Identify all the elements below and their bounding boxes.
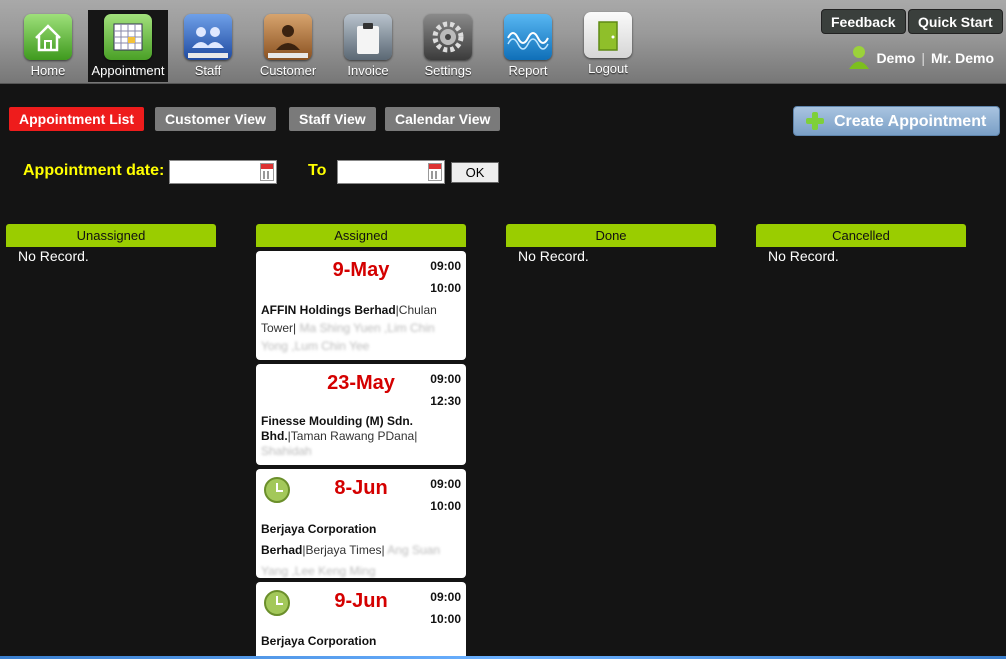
nav-logout[interactable]: Logout xyxy=(568,10,648,82)
tab-customer-view[interactable]: Customer View xyxy=(155,107,276,131)
staff-icon xyxy=(184,14,232,60)
create-appointment-button[interactable]: Create Appointment xyxy=(793,106,1000,136)
appointment-location: Taman Rawang PDana xyxy=(290,429,415,443)
calendar-icon[interactable] xyxy=(260,163,274,181)
appointment-end-time: 10:00 xyxy=(430,612,461,626)
report-icon xyxy=(504,14,552,60)
nav-home-label: Home xyxy=(30,63,66,78)
no-record-done: No Record. xyxy=(518,248,589,264)
nav-settings[interactable]: Settings xyxy=(408,10,488,82)
tab-staff-view[interactable]: Staff View xyxy=(289,107,376,131)
nav-settings-label: Settings xyxy=(424,63,472,78)
nav-report[interactable]: Report xyxy=(488,10,568,82)
column-header-cancelled: Cancelled xyxy=(756,224,966,247)
column-header-assigned: Assigned xyxy=(256,224,466,247)
create-appointment-label: Create Appointment xyxy=(834,113,987,130)
appointment-start-time: 09:00 xyxy=(430,372,461,386)
appointment-end-time: 10:00 xyxy=(430,499,461,513)
to-label: To xyxy=(308,162,327,179)
customer-icon xyxy=(264,14,312,60)
app-window: Home Appointment Staff Customer Invoice xyxy=(0,0,1006,659)
top-navigation-bar: Home Appointment Staff Customer Invoice xyxy=(0,0,1006,84)
user-separator: | xyxy=(921,50,925,66)
appointment-card[interactable]: 23-May 09:00 12:30 Finesse Moulding (M) … xyxy=(256,364,466,465)
user-area: Demo | Mr. Demo xyxy=(848,44,994,72)
plus-icon xyxy=(806,112,824,130)
appointment-start-time: 09:00 xyxy=(430,477,461,491)
nav-logout-label: Logout xyxy=(588,61,628,76)
nav-report-label: Report xyxy=(508,63,548,78)
date-to-input[interactable] xyxy=(337,160,445,184)
nav-invoice[interactable]: Invoice xyxy=(328,10,408,82)
appointment-card[interactable]: 9-May 09:00 10:00 AFFIN Holdings Berhad|… xyxy=(256,251,466,360)
nav-invoice-label: Invoice xyxy=(347,63,389,78)
appointment-date-label: Appointment date: xyxy=(23,162,165,179)
appointment-end-time: 10:00 xyxy=(430,281,461,295)
nav-customer-label: Customer xyxy=(259,63,317,78)
appointment-details: AFFIN Holdings Berhad|Chulan Tower| Ma S… xyxy=(261,303,437,353)
no-record-cancelled: No Record. xyxy=(768,248,839,264)
tab-appointment-list[interactable]: Appointment List xyxy=(9,107,145,131)
nav-customer[interactable]: Customer xyxy=(248,10,328,82)
quick-start-button[interactable]: Quick Start xyxy=(908,9,1003,34)
assigned-staff: Shahidah xyxy=(261,444,312,458)
appointment-location: Berjaya Times xyxy=(305,543,382,557)
column-header-done: Done xyxy=(506,224,716,247)
no-record-unassigned: No Record. xyxy=(18,248,89,264)
appointment-icon xyxy=(104,14,152,60)
tab-calendar-view[interactable]: Calendar View xyxy=(385,107,501,131)
user-icon xyxy=(848,44,870,73)
date-from-input[interactable] xyxy=(169,160,277,184)
appointment-details: Berjaya Corporation Berhad|Berjaya Times… xyxy=(261,522,441,578)
appointment-start-time: 09:00 xyxy=(430,590,461,604)
feedback-button[interactable]: Feedback xyxy=(821,9,906,34)
appointment-details: Finesse Moulding (M) Sdn. Bhd.|Taman Raw… xyxy=(261,414,418,458)
nav-appointment[interactable]: Appointment xyxy=(88,10,168,82)
customer-name: Berjaya Corporation xyxy=(261,634,377,648)
logout-icon xyxy=(584,12,632,58)
nav-appointment-label: Appointment xyxy=(91,63,165,78)
settings-icon xyxy=(424,14,472,60)
customer-name: AFFIN Holdings Berhad xyxy=(261,303,396,317)
nav-staff-label: Staff xyxy=(194,63,222,78)
column-header-unassigned: Unassigned xyxy=(6,224,216,247)
appointment-start-time: 09:00 xyxy=(430,259,461,273)
calendar-icon[interactable] xyxy=(428,163,442,181)
home-icon xyxy=(24,14,72,60)
ok-button[interactable]: OK xyxy=(451,162,499,183)
nav-staff[interactable]: Staff xyxy=(168,10,248,82)
nav-home[interactable]: Home xyxy=(8,10,88,82)
appointment-card[interactable]: 8-Jun 09:00 10:00 Berjaya Corporation Be… xyxy=(256,469,466,578)
appointment-card[interactable]: 9-Jun 09:00 10:00 Berjaya Corporation xyxy=(256,582,466,659)
user-name[interactable]: Demo xyxy=(876,50,915,66)
user-title[interactable]: Mr. Demo xyxy=(931,50,994,66)
invoice-icon xyxy=(344,14,392,60)
appointment-end-time: 12:30 xyxy=(430,394,461,408)
